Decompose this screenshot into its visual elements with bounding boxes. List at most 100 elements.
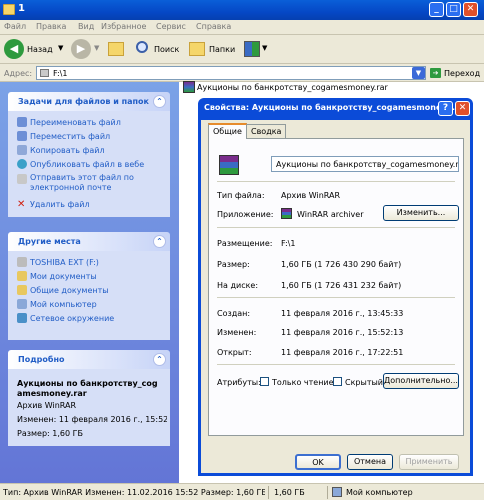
search-icon[interactable] [136, 41, 148, 53]
divider [217, 297, 455, 298]
folders-button-label[interactable]: Папки [209, 45, 235, 54]
email-icon [17, 174, 27, 184]
dialog-close-button[interactable]: ✕ [455, 101, 470, 116]
menu-file[interactable]: Файл [4, 22, 26, 31]
copy-icon [17, 145, 27, 155]
search-button-label[interactable]: Поиск [154, 45, 179, 54]
disk-size-label: На диске: [217, 281, 259, 290]
divider [217, 181, 455, 182]
minimize-button[interactable]: _ [429, 2, 444, 17]
place-network[interactable]: Сетевое окружение [17, 313, 114, 323]
winrar-file-icon[interactable] [183, 81, 195, 93]
task-copy[interactable]: Копировать файл [17, 145, 105, 155]
place-my-computer[interactable]: Мой компьютер [17, 299, 97, 309]
place-shared-documents[interactable]: Общие документы [17, 285, 109, 295]
window-titlebar[interactable]: 1 _ □ ✕ [0, 0, 484, 20]
status-bar: Тип: Архив WinRAR Изменен: 11.02.2016 15… [0, 483, 484, 500]
menu-help[interactable]: Справка [196, 22, 231, 31]
status-info: Тип: Архив WinRAR Изменен: 11.02.2016 15… [3, 488, 265, 497]
task-rename-label: Переименовать файл [30, 118, 121, 127]
menu-bar: Файл Правка Вид Избранное Сервис Справка [0, 20, 484, 35]
close-button[interactable]: ✕ [463, 2, 478, 17]
task-delete[interactable]: ✕ Удалить файл [17, 199, 90, 210]
back-arrow-icon[interactable]: ◀ [4, 39, 24, 59]
views-icon[interactable] [244, 41, 260, 57]
created-value: 11 февраля 2016 г., 13:45:33 [281, 309, 404, 318]
readonly-checkbox-box[interactable] [260, 377, 269, 386]
window-title: 1 [18, 3, 25, 14]
tasks-panel-header[interactable]: Задачи для файлов и папок ⌃ [8, 92, 170, 111]
places-panel-header[interactable]: Другие места ⌃ [8, 232, 170, 251]
divider [217, 364, 455, 365]
task-email[interactable]: Отправить этот файл по электронной почте [17, 173, 147, 193]
back-button-label[interactable]: Назад [27, 45, 53, 54]
status-divider [268, 486, 269, 499]
address-input[interactable]: F:\1 [36, 66, 426, 80]
ok-button[interactable]: OK [295, 454, 341, 470]
go-button-label[interactable]: Переход [444, 69, 480, 78]
task-copy-label: Копировать файл [30, 146, 105, 155]
forward-dropdown-icon[interactable]: ▼ [94, 44, 99, 52]
app-label: Приложение: [217, 210, 274, 219]
task-move[interactable]: Переместить файл [17, 131, 110, 141]
my-documents-icon [17, 271, 27, 281]
task-move-label: Переместить файл [30, 132, 111, 141]
back-dropdown-icon[interactable]: ▼ [58, 44, 63, 52]
task-email-label: Отправить этот файл по электронной почте [30, 173, 134, 192]
folders-icon[interactable] [189, 42, 205, 56]
status-size: 1,60 ГБ [274, 488, 305, 497]
menu-view[interactable]: Вид [78, 22, 94, 31]
apply-button[interactable]: Применить [399, 454, 459, 470]
properties-dialog: Свойства: Аукционы по банкротству_cogame… [198, 98, 473, 476]
task-pane: Задачи для файлов и папок ⌃ Переименовать… [0, 82, 179, 483]
place-toshiba-label: TOSHIBA EXT (F:) [30, 258, 99, 267]
filename-field[interactable]: Аукционы по банкротству_cogamesmoney.rar [271, 156, 459, 172]
collapse-chevron-icon[interactable]: ⌃ [153, 235, 166, 248]
details-type: Архив WinRAR [17, 401, 77, 410]
address-dropdown-button[interactable]: ▼ [412, 67, 425, 79]
move-icon [17, 131, 27, 141]
tasks-panel-title: Задачи для файлов и папок [18, 97, 149, 106]
tasks-panel: Задачи для файлов и папок ⌃ Переименовать… [8, 92, 170, 217]
size-value: 1,60 ГБ (1 726 430 290 байт) [281, 260, 402, 269]
help-button[interactable]: ? [438, 101, 453, 116]
tab-general[interactable]: Общие [208, 123, 247, 139]
type-label: Тип файла: [217, 191, 265, 200]
place-my-documents[interactable]: Мои документы [17, 271, 97, 281]
location-value: F:\1 [281, 239, 296, 248]
task-rename[interactable]: Переименовать файл [17, 117, 121, 127]
menu-favorites[interactable]: Избранное [101, 22, 146, 31]
up-folder-icon[interactable] [108, 42, 124, 56]
task-publish[interactable]: Опубликовать файл в вебе [17, 159, 144, 169]
advanced-button[interactable]: Дополнительно... [383, 373, 459, 389]
collapse-chevron-icon[interactable]: ⌃ [153, 353, 166, 366]
file-item-name[interactable]: Аукционы по банкротству_cogamesmoney.rar [197, 83, 388, 92]
change-button[interactable]: Изменить... [383, 205, 459, 221]
drive-icon [17, 257, 27, 267]
menu-tools[interactable]: Сервис [156, 22, 186, 31]
globe-icon [17, 159, 27, 169]
forward-arrow-icon[interactable]: ▶ [71, 39, 91, 59]
details-modified: Изменен: 11 февраля 2016 г., 15:52 [17, 415, 167, 424]
details-panel-title: Подробно [18, 355, 65, 364]
readonly-checkbox[interactable]: Только чтение [260, 377, 334, 387]
go-arrow-icon[interactable]: ➔ [430, 68, 441, 78]
views-dropdown-icon[interactable]: ▼ [262, 44, 267, 52]
rename-icon [17, 117, 27, 127]
dialog-body: Общие Сводка Аукционы по банкротству_cog… [201, 120, 470, 473]
menu-edit[interactable]: Правка [36, 22, 66, 31]
address-value: F:\1 [53, 69, 68, 78]
hidden-checkbox-box[interactable] [333, 377, 342, 386]
place-toshiba[interactable]: TOSHIBA EXT (F:) [17, 257, 99, 267]
maximize-button[interactable]: □ [446, 2, 461, 17]
place-network-label: Сетевое окружение [30, 314, 115, 323]
collapse-chevron-icon[interactable]: ⌃ [153, 95, 166, 108]
tab-summary[interactable]: Сводка [246, 124, 287, 138]
modified-label: Изменен: [217, 328, 257, 337]
dialog-title: Свойства: Аукционы по банкротству_cogame… [204, 103, 455, 112]
hidden-checkbox[interactable]: Скрытый [333, 377, 383, 387]
details-panel-header[interactable]: Подробно ⌃ [8, 350, 170, 369]
place-my-computer-label: Мой компьютер [30, 300, 97, 309]
created-label: Создан: [217, 309, 251, 318]
cancel-button[interactable]: Отмена [347, 454, 393, 470]
